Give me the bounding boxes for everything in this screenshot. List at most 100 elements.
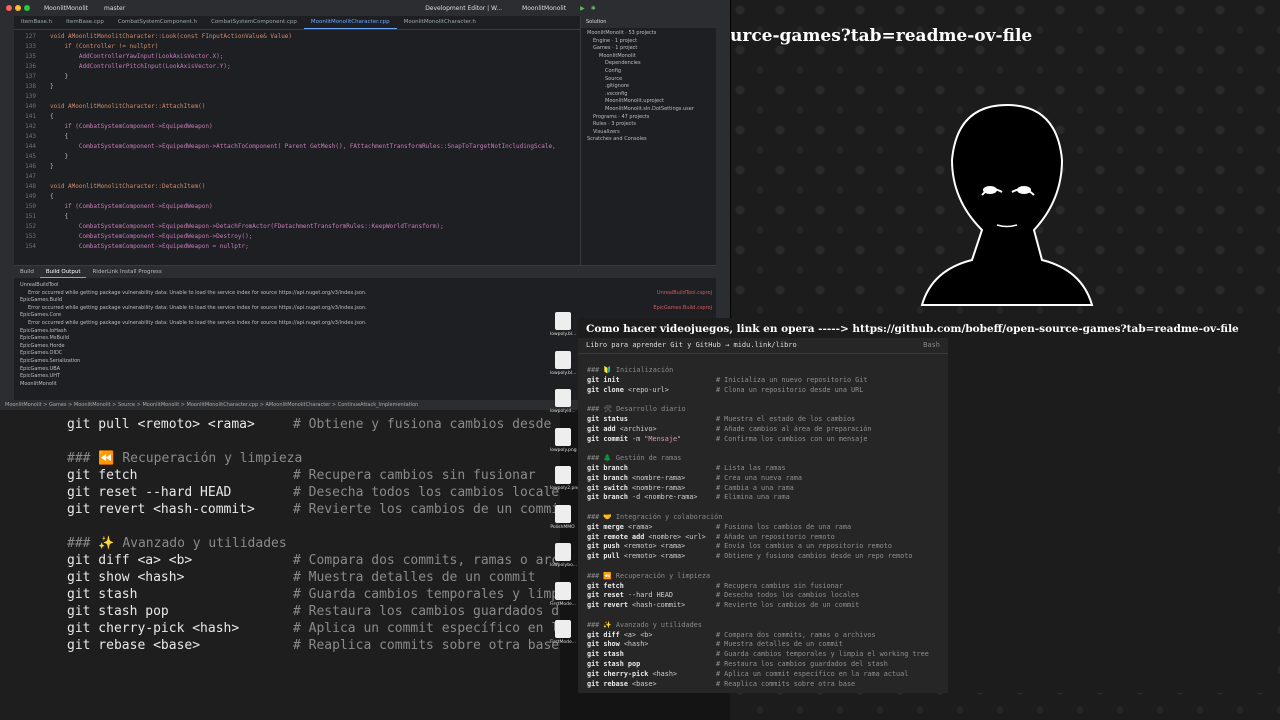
code-line: 139 [14, 92, 580, 102]
command-args: <remoto> <rama> [619, 542, 686, 551]
solution-item[interactable]: Programs · 47 projects [593, 114, 649, 120]
desktop-file-label: FirstMode... [550, 640, 577, 645]
maximize-window-icon[interactable] [24, 5, 30, 11]
ide-titlebar: MoonlitMonolit master Development Editor… [0, 0, 730, 16]
code-editor[interactable]: 127 void AMoonlitMonolitCharacter::Look(c… [14, 30, 580, 262]
config-selector[interactable]: Development Editor | W... [425, 5, 502, 12]
desktop-file-icon[interactable]: lowpolybo... [550, 543, 577, 568]
build-project-link[interactable]: EpicGames.Build.csproj [653, 305, 712, 311]
editor-tab[interactable]: MoonlitMonolitCharacter.cpp [303, 16, 397, 29]
section-heading: ### ⏪ Recuperación y limpieza [587, 571, 711, 580]
code-text: if (Controller != nullptr) [50, 43, 159, 50]
build-project-link[interactable]: UnrealBuildTool.csproj [657, 290, 712, 296]
command-args: <hash-commit> [627, 601, 686, 610]
editor-tab[interactable]: ItemBase.h [14, 16, 59, 29]
desktop-file-icon[interactable]: lowpoly.bl... [550, 350, 577, 376]
code-text: CombatSystemComponent->EquipedWeapon->De… [50, 233, 253, 240]
command-comment: # Añade cambios al área de preparación [716, 424, 872, 433]
solution-item[interactable]: Visualizers [593, 129, 620, 135]
editor-tab[interactable]: CombatSystemComponent.cpp [204, 16, 304, 29]
code-text: void AMoonlitMonolitCharacter::AttachIte… [50, 103, 206, 110]
terminal-comment: # Guarda cambios temporales y limp [293, 587, 560, 602]
editor-tabs: ItemBase.h ItemBase.cpp CombatSystemCompon… [14, 16, 580, 30]
command-line: git switch <nombre-rama> [587, 484, 685, 493]
code-block-header: Libro para aprender Git y GitHub → midu.… [578, 338, 948, 354]
command-comment: # Revierte los cambios de un commit [716, 601, 860, 610]
code-line: 153 CombatSystemComponent->EquipedWeapon… [14, 232, 580, 242]
solution-item[interactable]: Config [605, 68, 621, 74]
project-selector[interactable]: MoonlitMonolit [44, 5, 88, 12]
build-tab[interactable]: Build [14, 266, 40, 278]
terminal-comment: # Aplica un commit específico en l [293, 621, 560, 636]
desktop-file-icon[interactable]: lowpoly.bl... [550, 312, 576, 337]
command-args: -d <nombre-rama> [627, 493, 698, 502]
code-line: 154 CombatSystemComponent->EquipedWeapon… [14, 242, 580, 252]
terminal-title: Como hacer videojuegos, link en opera --… [586, 323, 1239, 335]
code-text: { [50, 133, 69, 140]
desktop-file-icon[interactable]: FirstMode... [550, 620, 577, 645]
command-args: <repo-url> [623, 385, 669, 394]
desktop-file-icon[interactable]: lowpoly2.png [550, 466, 580, 491]
command-line: git diff <a> <b> [587, 631, 653, 640]
code-line: 127 void AMoonlitMonolitCharacter::Look(c… [14, 32, 580, 42]
desktop-file-label: lowpolyid... [550, 409, 576, 414]
editor-tab[interactable]: ItemBase.cpp [59, 16, 111, 29]
solution-item[interactable]: .vsconfig [605, 91, 627, 97]
run-icon[interactable]: ▶ [580, 5, 585, 12]
line-number: 149 [25, 193, 36, 200]
command-comment: # Reaplica commits sobre otra base [716, 679, 856, 688]
close-window-icon[interactable] [6, 5, 12, 11]
build-line: UnrealBuildTool [20, 282, 59, 288]
section-heading: ### 🛠 Desarrollo diario [587, 405, 686, 414]
file-thumbnail-icon [554, 581, 571, 600]
command-name: git switch [587, 483, 628, 492]
build-line: Error occurred while getting package vul… [28, 304, 367, 311]
desktop-file-icon[interactable]: PolishMMO [550, 504, 575, 530]
section-heading: ### ✨ Avanzado y utilidades [587, 620, 702, 629]
desktop-file-icon[interactable]: lowpoly.png [550, 427, 577, 453]
section-heading: ### 🤝 Integración y colaboración [587, 513, 723, 521]
line-number: 127 [25, 33, 36, 40]
target-selector[interactable]: MoonlitMonolit [522, 5, 566, 12]
command-comment: # Inicializa un nuevo repositorio Git [716, 375, 868, 384]
line-number: 133 [25, 43, 36, 50]
code-line: 149 { [14, 192, 580, 202]
desktop-file-icon[interactable]: FirstMode... [550, 581, 577, 607]
solution-item[interactable]: Games · 1 project [593, 45, 637, 51]
command-line: git pull <remoto> <rama> [587, 552, 685, 561]
solution-item[interactable]: MoonlitMonolit · 53 projects [587, 30, 656, 36]
command-name: git reset [587, 591, 624, 600]
desktop-file-icon[interactable]: lowpolyid... [550, 389, 576, 414]
solution-item[interactable]: Rules · 3 projects [593, 121, 636, 127]
build-line: EpicGames.Build [20, 297, 63, 304]
command-line: git clone <repo-url> [587, 386, 669, 395]
code-text: CombatSystemComponent->EquipedWeapon = n… [50, 243, 249, 250]
build-tab[interactable]: Build Output [39, 266, 87, 278]
solution-item[interactable]: Scratches and Consoles [587, 136, 647, 142]
code-block-caption[interactable]: Libro para aprender Git y GitHub → midu.… [586, 338, 797, 353]
command-name: git init [587, 375, 620, 384]
command-comment: # Cambia a una rama [716, 483, 794, 492]
build-tab[interactable]: RiderLink Install Progress [86, 266, 167, 278]
command-comment: # Guarda cambios temporales y limpia el … [716, 650, 929, 659]
solution-item[interactable]: MoonlitMonolit.uproject [605, 98, 664, 104]
minimize-window-icon[interactable] [15, 5, 21, 11]
editor-tab[interactable]: MoonlitMonolitCharacter.h [397, 16, 483, 29]
line-number: 148 [25, 183, 36, 190]
solution-item[interactable]: MoonlitMonolit.sln.DotSettings.user [605, 106, 694, 112]
solution-item[interactable]: Engine · 1 project [593, 38, 637, 44]
debug-icon[interactable]: ✱ [591, 5, 596, 12]
command-args: <nombre-rama> [627, 483, 686, 492]
editor-tab[interactable]: CombatSystemComponent.h [111, 16, 204, 29]
desktop-file-label: lowpoly.bl... [550, 370, 577, 376]
solution-item[interactable]: Source [605, 76, 622, 82]
desktop-file-label: FirstMode... [550, 601, 577, 607]
branch-selector[interactable]: master [104, 5, 125, 12]
solution-item[interactable]: Dependencies [605, 60, 641, 66]
command-comment: # Envía los cambios a un repositorio rem… [716, 542, 892, 551]
code-line: 135 AddControllerYawInput(LookAxisVector… [14, 52, 580, 62]
solution-item[interactable]: MoonlitMonolit [599, 53, 636, 59]
solution-item[interactable]: .gitignore [605, 83, 629, 89]
code-text: void AMoonlitMonolitCharacter::DetachIte… [50, 183, 206, 190]
command-line: git revert <hash-commit> [587, 601, 685, 610]
